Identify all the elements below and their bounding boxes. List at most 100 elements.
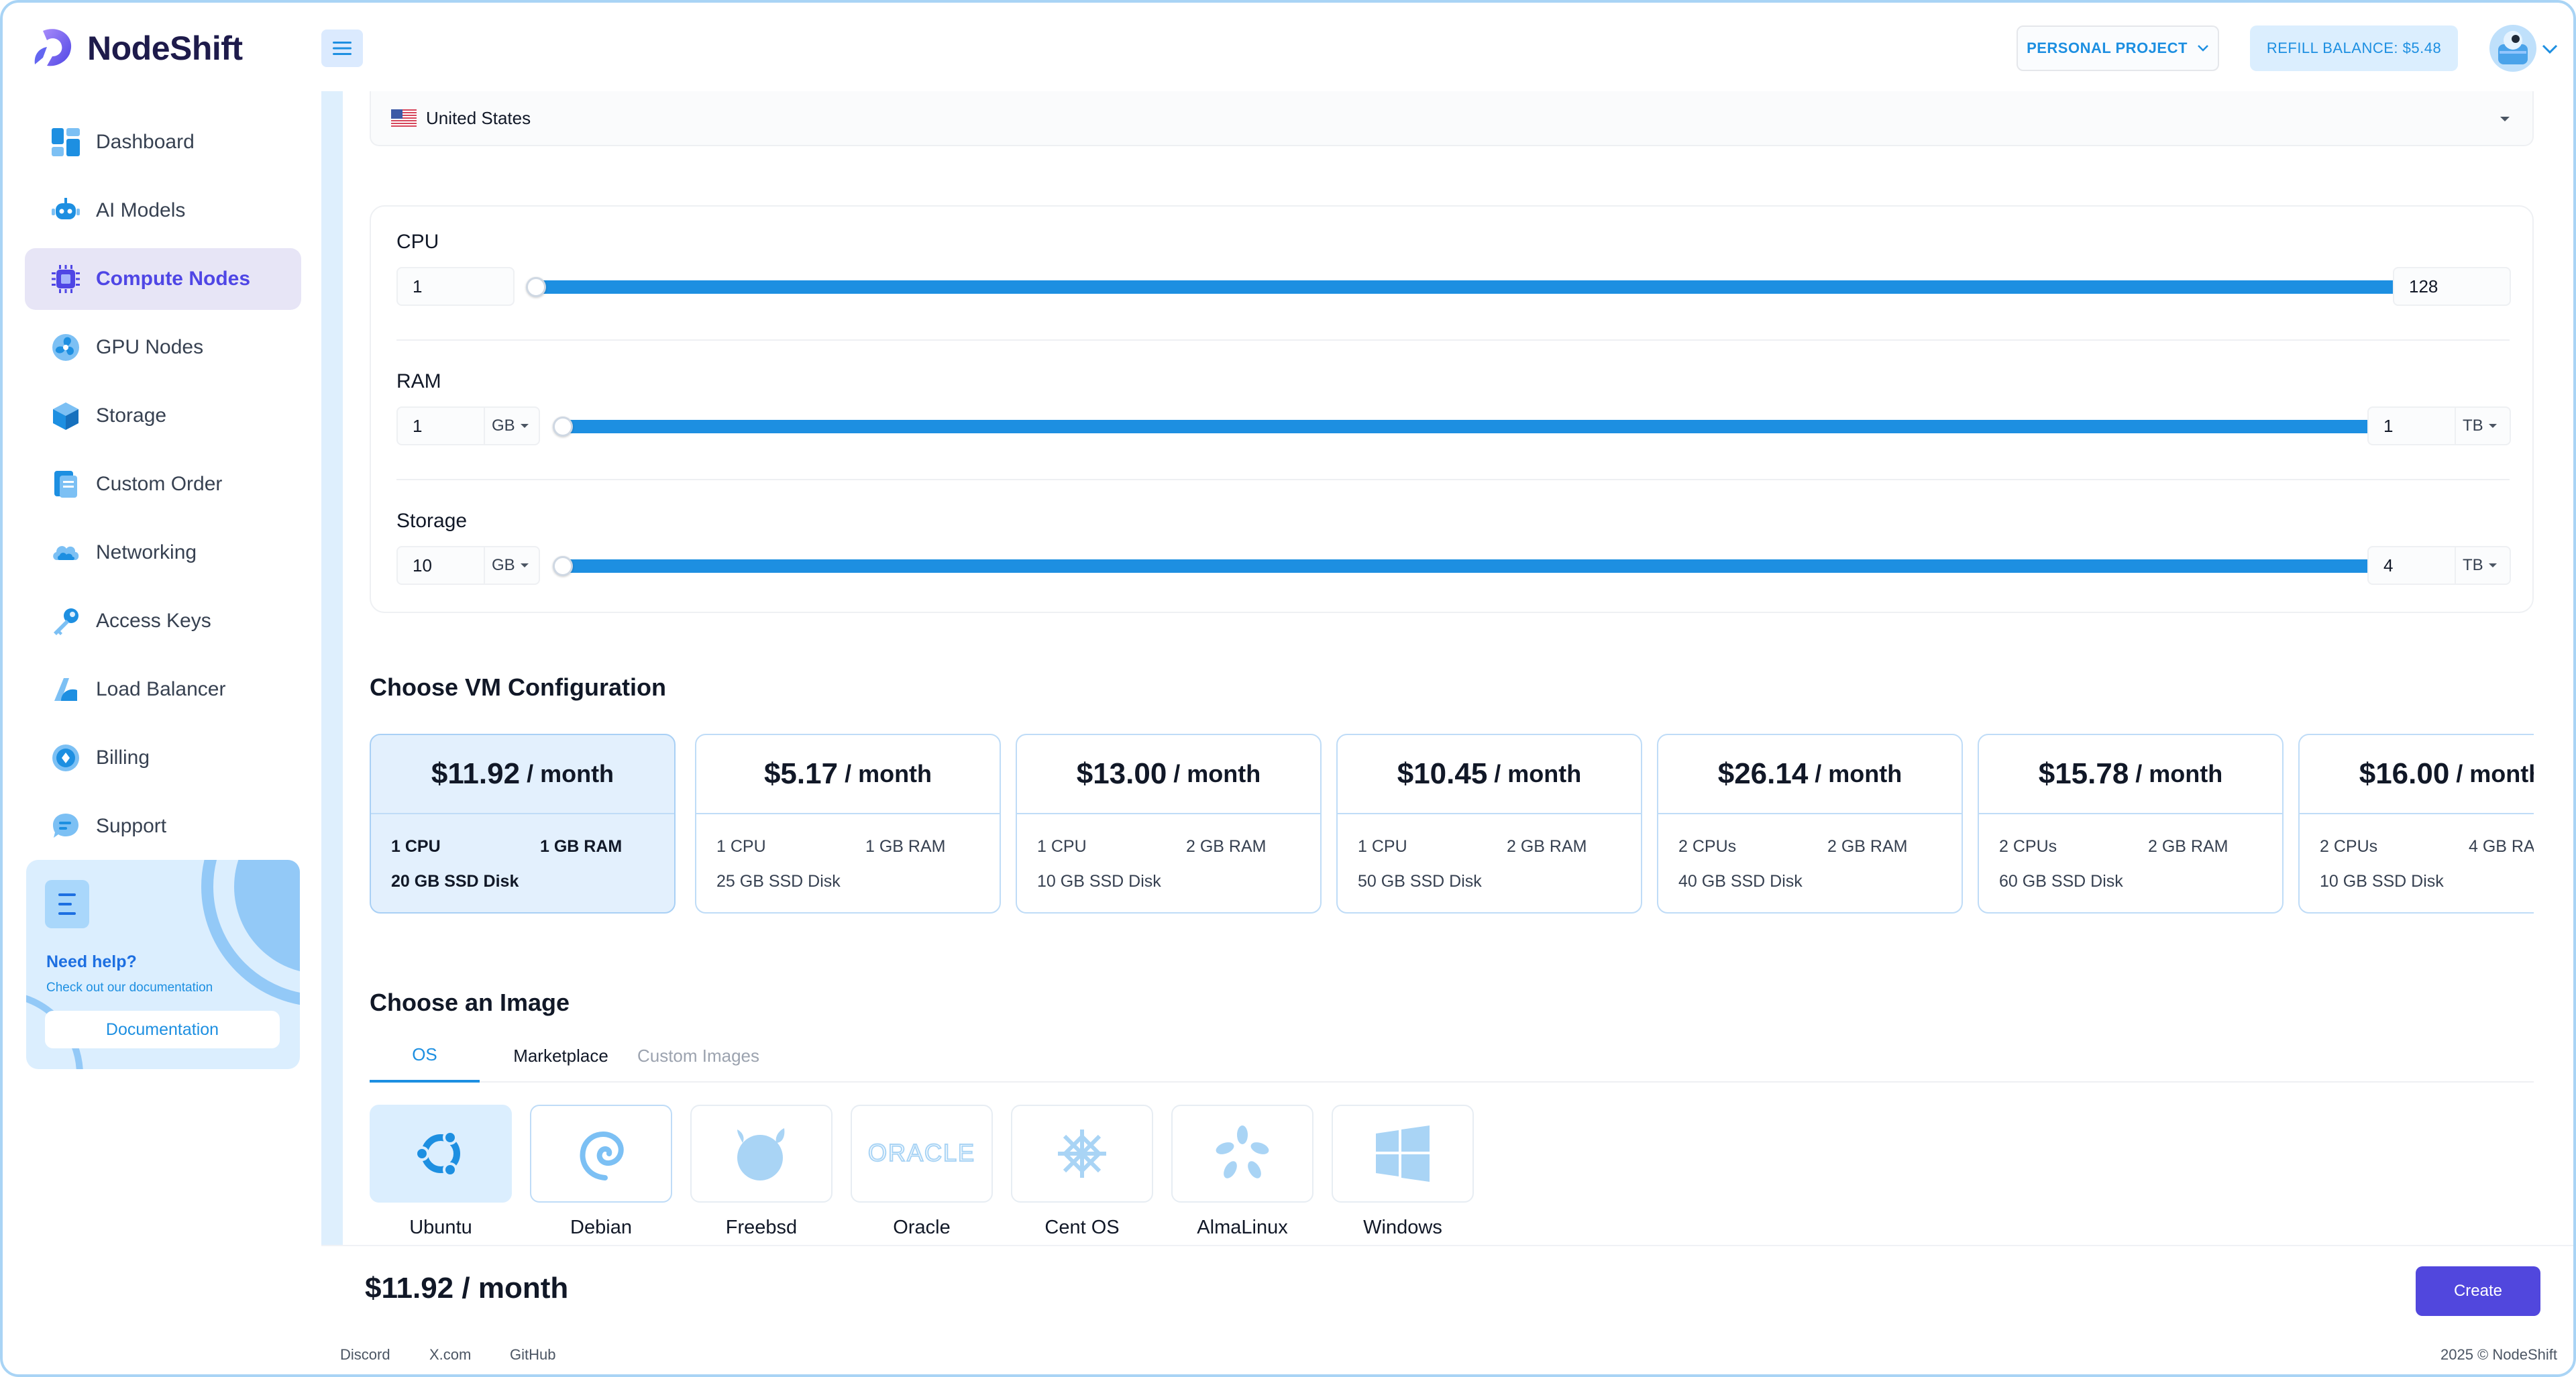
os-label: Ubuntu [409, 1217, 472, 1238]
vm-config-card[interactable]: $10.45/ month 1 CPU 2 GB RAM 50 GB SSD D… [1336, 734, 1642, 914]
refill-balance-button[interactable]: REFILL BALANCE: $5.48 [2250, 25, 2458, 71]
vm-price: $16.00/ month [2300, 735, 2534, 814]
refill-balance-label: REFILL BALANCE: $5.48 [2266, 40, 2442, 56]
vm-price: $13.00/ month [1017, 735, 1320, 814]
almalinux-icon [1216, 1125, 1269, 1178]
caret-down-icon [520, 563, 529, 567]
vm-config-card[interactable]: $16.00/ month 2 CPUs 4 GB RAM 10 GB SSD … [2298, 734, 2534, 914]
vm-cpu: 2 CPUs [1999, 837, 2057, 856]
os-card-almalinux[interactable] [1171, 1105, 1313, 1203]
footer-link-discord[interactable]: Discord [340, 1346, 390, 1364]
ram-min-unit: GB [492, 417, 515, 435]
sidebar-item-ai-models[interactable]: AI Models [25, 180, 301, 241]
vm-cpu: 1 CPU [716, 837, 766, 856]
total-price: $11.92 / month [365, 1272, 569, 1305]
storage-max-value: 4 [2383, 555, 2394, 575]
sidebar-item-load-balancer[interactable]: Load Balancer [25, 659, 301, 720]
storage-max-unit-select[interactable]: TB [2455, 547, 2510, 584]
sidebar-item-access-keys[interactable]: Access Keys [25, 590, 301, 652]
cloud-icon [53, 546, 79, 560]
storage-slider-min-handle[interactable] [553, 556, 573, 576]
ram-min-input[interactable]: 1 GB [396, 406, 540, 445]
caret-down-icon [2488, 563, 2497, 567]
caret-down-icon [520, 424, 529, 428]
tab-os[interactable]: OS [370, 1029, 480, 1083]
storage-min-value: 10 [413, 555, 432, 575]
sidebar-item-dashboard[interactable]: Dashboard [25, 111, 301, 173]
cpu-min-input[interactable]: 1 [396, 267, 515, 306]
vm-config-card[interactable]: $5.17/ month 1 CPU 1 GB RAM 25 GB SSD Di… [695, 734, 1001, 914]
sidebar-item-networking[interactable]: Networking [25, 522, 301, 584]
sidebar-item-custom-order[interactable]: Custom Order [25, 453, 301, 515]
gpu-fan-icon [52, 334, 79, 361]
cpu-slider-track[interactable] [536, 280, 2432, 294]
sidebar-item-label: GPU Nodes [96, 336, 204, 358]
image-section-title: Choose an Image [370, 989, 570, 1016]
storage-slider-track[interactable] [563, 559, 2406, 573]
vm-cpu: 1 CPU [1358, 837, 1407, 856]
os-card-ubuntu[interactable] [370, 1105, 512, 1203]
balancer-icon [54, 678, 77, 701]
sidebar-item-gpu-nodes[interactable]: GPU Nodes [25, 317, 301, 378]
copyright: 2025 © NodeShift [2440, 1346, 2557, 1363]
os-card-windows[interactable] [1332, 1105, 1474, 1203]
ram-min-value: 1 [413, 415, 423, 436]
sidebar-item-label: Networking [96, 541, 197, 563]
sidebar-item-label: Compute Nodes [96, 268, 251, 290]
ram-slider-min-handle[interactable] [553, 417, 573, 437]
vm-price: $11.92/ month [371, 735, 674, 814]
billing-icon [52, 745, 79, 771]
storage-min-input[interactable]: 10 GB [396, 546, 540, 585]
footer-link-x[interactable]: X.com [429, 1346, 471, 1364]
sidebar-item-label: Load Balancer [96, 678, 226, 700]
vm-config-card[interactable]: $13.00/ month 1 CPU 2 GB RAM 10 GB SSD D… [1016, 734, 1322, 914]
footer-link-github[interactable]: GitHub [510, 1346, 555, 1364]
os-card-centos[interactable] [1011, 1105, 1153, 1203]
vm-disk: 10 GB SSD Disk [1037, 872, 1161, 891]
sidebar-item-compute-nodes[interactable]: Compute Nodes [25, 248, 301, 310]
tab-custom-images[interactable]: Custom Images [631, 1029, 765, 1083]
sidebar-item-support[interactable]: Support [25, 795, 301, 857]
os-card-debian[interactable] [530, 1105, 672, 1203]
sidebar-item-storage[interactable]: Storage [25, 385, 301, 447]
vm-price: $26.14/ month [1658, 735, 1962, 814]
os-label: Oracle [893, 1217, 951, 1238]
storage-max-input[interactable]: 4 TB [2367, 546, 2511, 585]
storage-min-unit-select[interactable]: GB [484, 547, 539, 584]
ram-max-input[interactable]: 1 TB [2367, 406, 2511, 445]
vm-config-card[interactable]: $11.92/ month 1 CPU 1 GB RAM 20 GB SSD D… [370, 734, 676, 914]
sidebar-item-label: Support [96, 815, 167, 837]
vm-config-carousel: $11.92/ month 1 CPU 1 GB RAM 20 GB SSD D… [370, 734, 2534, 915]
document-icon [54, 471, 77, 498]
brand-logo[interactable]: NodeShift [30, 24, 243, 72]
project-selector-button[interactable]: PERSONAL PROJECT [2017, 25, 2219, 71]
ram-slider-track[interactable] [563, 420, 2406, 433]
cpu-slider-min-handle[interactable] [526, 277, 546, 297]
ram-min-unit-select[interactable]: GB [484, 408, 539, 444]
help-title: Need help? [46, 952, 137, 971]
location-select[interactable]: United States [370, 91, 2534, 146]
user-avatar-icon[interactable] [2489, 24, 2537, 72]
location-value: United States [426, 107, 531, 128]
cpu-max-input[interactable]: 128 [2393, 267, 2511, 306]
documentation-icon [45, 880, 89, 928]
vm-cpu: 1 CPU [1037, 837, 1087, 856]
tab-marketplace[interactable]: Marketplace [497, 1029, 625, 1083]
help-card: Need help? Check out our documentation D… [26, 860, 300, 1069]
sidebar-item-label: Custom Order [96, 473, 223, 495]
os-label: Debian [570, 1217, 632, 1238]
vm-config-card[interactable]: $15.78/ month 2 CPUs 2 GB RAM 60 GB SSD … [1978, 734, 2284, 914]
vm-config-card[interactable]: $26.14/ month 2 CPUs 2 GB RAM 40 GB SSD … [1657, 734, 1963, 914]
sidebar-item-label: AI Models [96, 199, 186, 221]
avatar-chevron-down-icon[interactable] [2540, 39, 2560, 59]
documentation-button[interactable]: Documentation [45, 1011, 280, 1048]
sidebar-item-label: Storage [96, 404, 167, 427]
vm-ram: 2 GB RAM [2148, 837, 2229, 856]
os-card-freebsd[interactable] [690, 1105, 833, 1203]
sidebar-item-billing[interactable]: Billing [25, 727, 301, 789]
divider [396, 479, 2510, 480]
menu-toggle-button[interactable] [321, 30, 363, 67]
create-button[interactable]: Create [2416, 1266, 2540, 1316]
ram-max-unit-select[interactable]: TB [2455, 408, 2510, 444]
os-card-oracle[interactable]: ORACLE [851, 1105, 993, 1203]
